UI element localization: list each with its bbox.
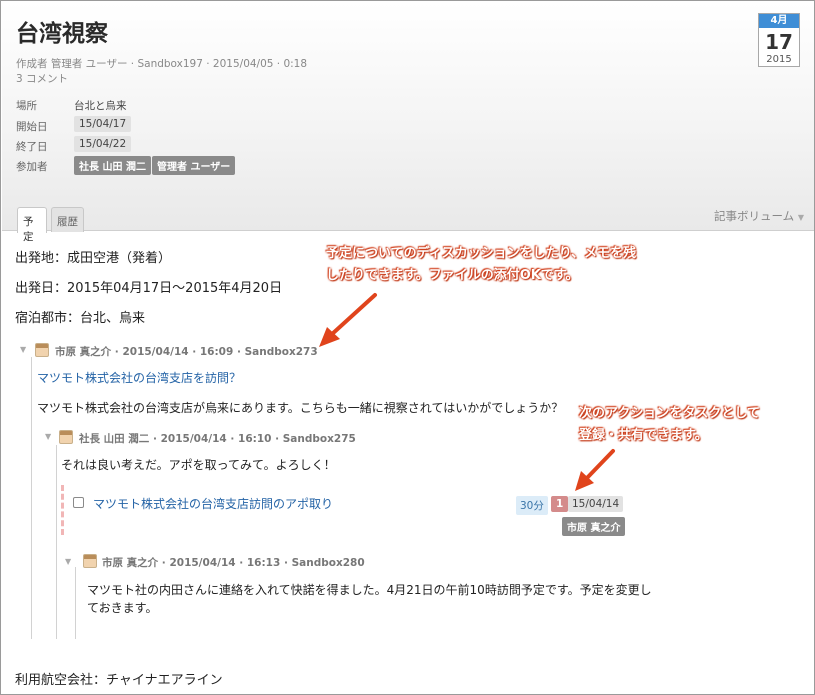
chevron-down-icon: ▼ <box>797 213 804 222</box>
task-assignee-badge[interactable]: 市原 真之介 <box>562 517 626 536</box>
comment-meta: 市原 真之介 · 2015/04/14 · 16:13 · Sandbox280 <box>102 557 365 569</box>
departure-date: 出発日：2015年04月17日〜2015年4月20日 <box>15 281 283 296</box>
calendar-day: 17 <box>765 30 793 54</box>
airline-line: 利用航空会社：チャイナエアライン <box>15 673 223 688</box>
thread-line <box>75 567 76 639</box>
start-date-label: 開始日 <box>16 121 48 133</box>
avatar <box>35 343 49 357</box>
comment-meta: 市原 真之介 · 2015/04/14 · 16:09 · Sandbox273 <box>55 346 318 358</box>
article-volume-dropdown[interactable]: 記事ボリューム ▼ <box>714 208 804 224</box>
arrow-to-comment <box>319 293 377 347</box>
end-date-value: 15/04/22 <box>74 136 132 152</box>
participants-label: 参加者 <box>16 161 48 173</box>
collapse-triangle-icon[interactable]: ▼ <box>65 557 71 566</box>
start-date-value: 15/04/17 <box>74 116 132 132</box>
avatar <box>59 430 73 444</box>
task-due-badge: 15/04/14 <box>568 496 624 512</box>
tab-history[interactable]: 履歴 <box>51 207 84 232</box>
collapse-triangle-icon[interactable]: ▼ <box>45 432 51 441</box>
calendar-year: 2015 <box>766 54 792 65</box>
comment-text: マツモト社の内田さんに連絡を入れて快諾を得ました。4月21日の午前10時訪問予定… <box>87 583 652 597</box>
comment-text: それは良い考えだ。アポを取ってみて。よろしく！ <box>61 458 336 472</box>
avatar <box>83 554 97 568</box>
annotation-text: したりできます。ファイルの添付OKです。 <box>326 268 579 283</box>
location-label: 場所 <box>16 100 37 112</box>
annotation-text: 次のアクションをタスクとして <box>579 406 760 421</box>
annotation-callout-task: 次のアクションをタスクとして 登録・共有できます。 <box>579 403 760 447</box>
annotation-text: 登録・共有できます。 <box>579 428 708 443</box>
task-estimate-badge: 30分 <box>516 496 548 515</box>
calendar-badge: 4月 17 2015 <box>758 13 800 67</box>
comment-title-link[interactable]: マツモト株式会社の台湾支店を訪問？ <box>37 369 241 386</box>
collapse-triangle-icon[interactable]: ▼ <box>20 345 26 354</box>
task-checkbox[interactable] <box>73 497 84 508</box>
thread-line <box>56 445 57 639</box>
tab-schedule[interactable]: 予定 <box>17 207 47 243</box>
comment-text: ておきます。 <box>87 601 158 615</box>
author-meta: 作成者 管理者 ユーザー · Sandbox197 · 2015/04/05 ·… <box>16 58 308 70</box>
annotation-text: 予定についてのディスカッションをしたり、メモを残 <box>326 246 637 261</box>
location-value: 台北と烏来 <box>74 100 127 112</box>
event-header: 台湾視察 作成者 管理者 ユーザー · Sandbox197 · 2015/04… <box>2 2 814 243</box>
thread-line <box>31 357 32 639</box>
comment-text: マツモト株式会社の台湾支店が烏来にあります。こちらも一緒に視察されてはいかがでし… <box>37 401 564 415</box>
participant-chip[interactable]: 社長 山田 潤二 <box>74 156 151 175</box>
comment-meta: 社長 山田 潤二 · 2015/04/14 · 16:10 · Sandbox2… <box>79 433 356 445</box>
stay-cities: 宿泊都市：台北、烏来 <box>15 311 146 326</box>
page-title: 台湾視察 <box>16 21 108 47</box>
task-title-link[interactable]: マツモト株式会社の台湾支店訪問のアポ取り <box>93 495 333 512</box>
departure-location: 出発地：成田空港（発着） <box>15 251 172 266</box>
task-priority-badge: 1 <box>551 496 569 512</box>
participant-chip[interactable]: 管理者 ユーザー <box>152 156 236 175</box>
calendar-month: 4月 <box>759 14 799 28</box>
end-date-label: 終了日 <box>16 141 48 153</box>
comments-count[interactable]: 3 コメント <box>16 71 68 86</box>
app-window: 台湾視察 作成者 管理者 ユーザー · Sandbox197 · 2015/04… <box>0 0 815 695</box>
article-volume-label: 記事ボリューム <box>714 209 795 223</box>
annotation-callout-discussion: 予定についてのディスカッションをしたり、メモを残 したりできます。ファイルの添付… <box>326 243 636 287</box>
